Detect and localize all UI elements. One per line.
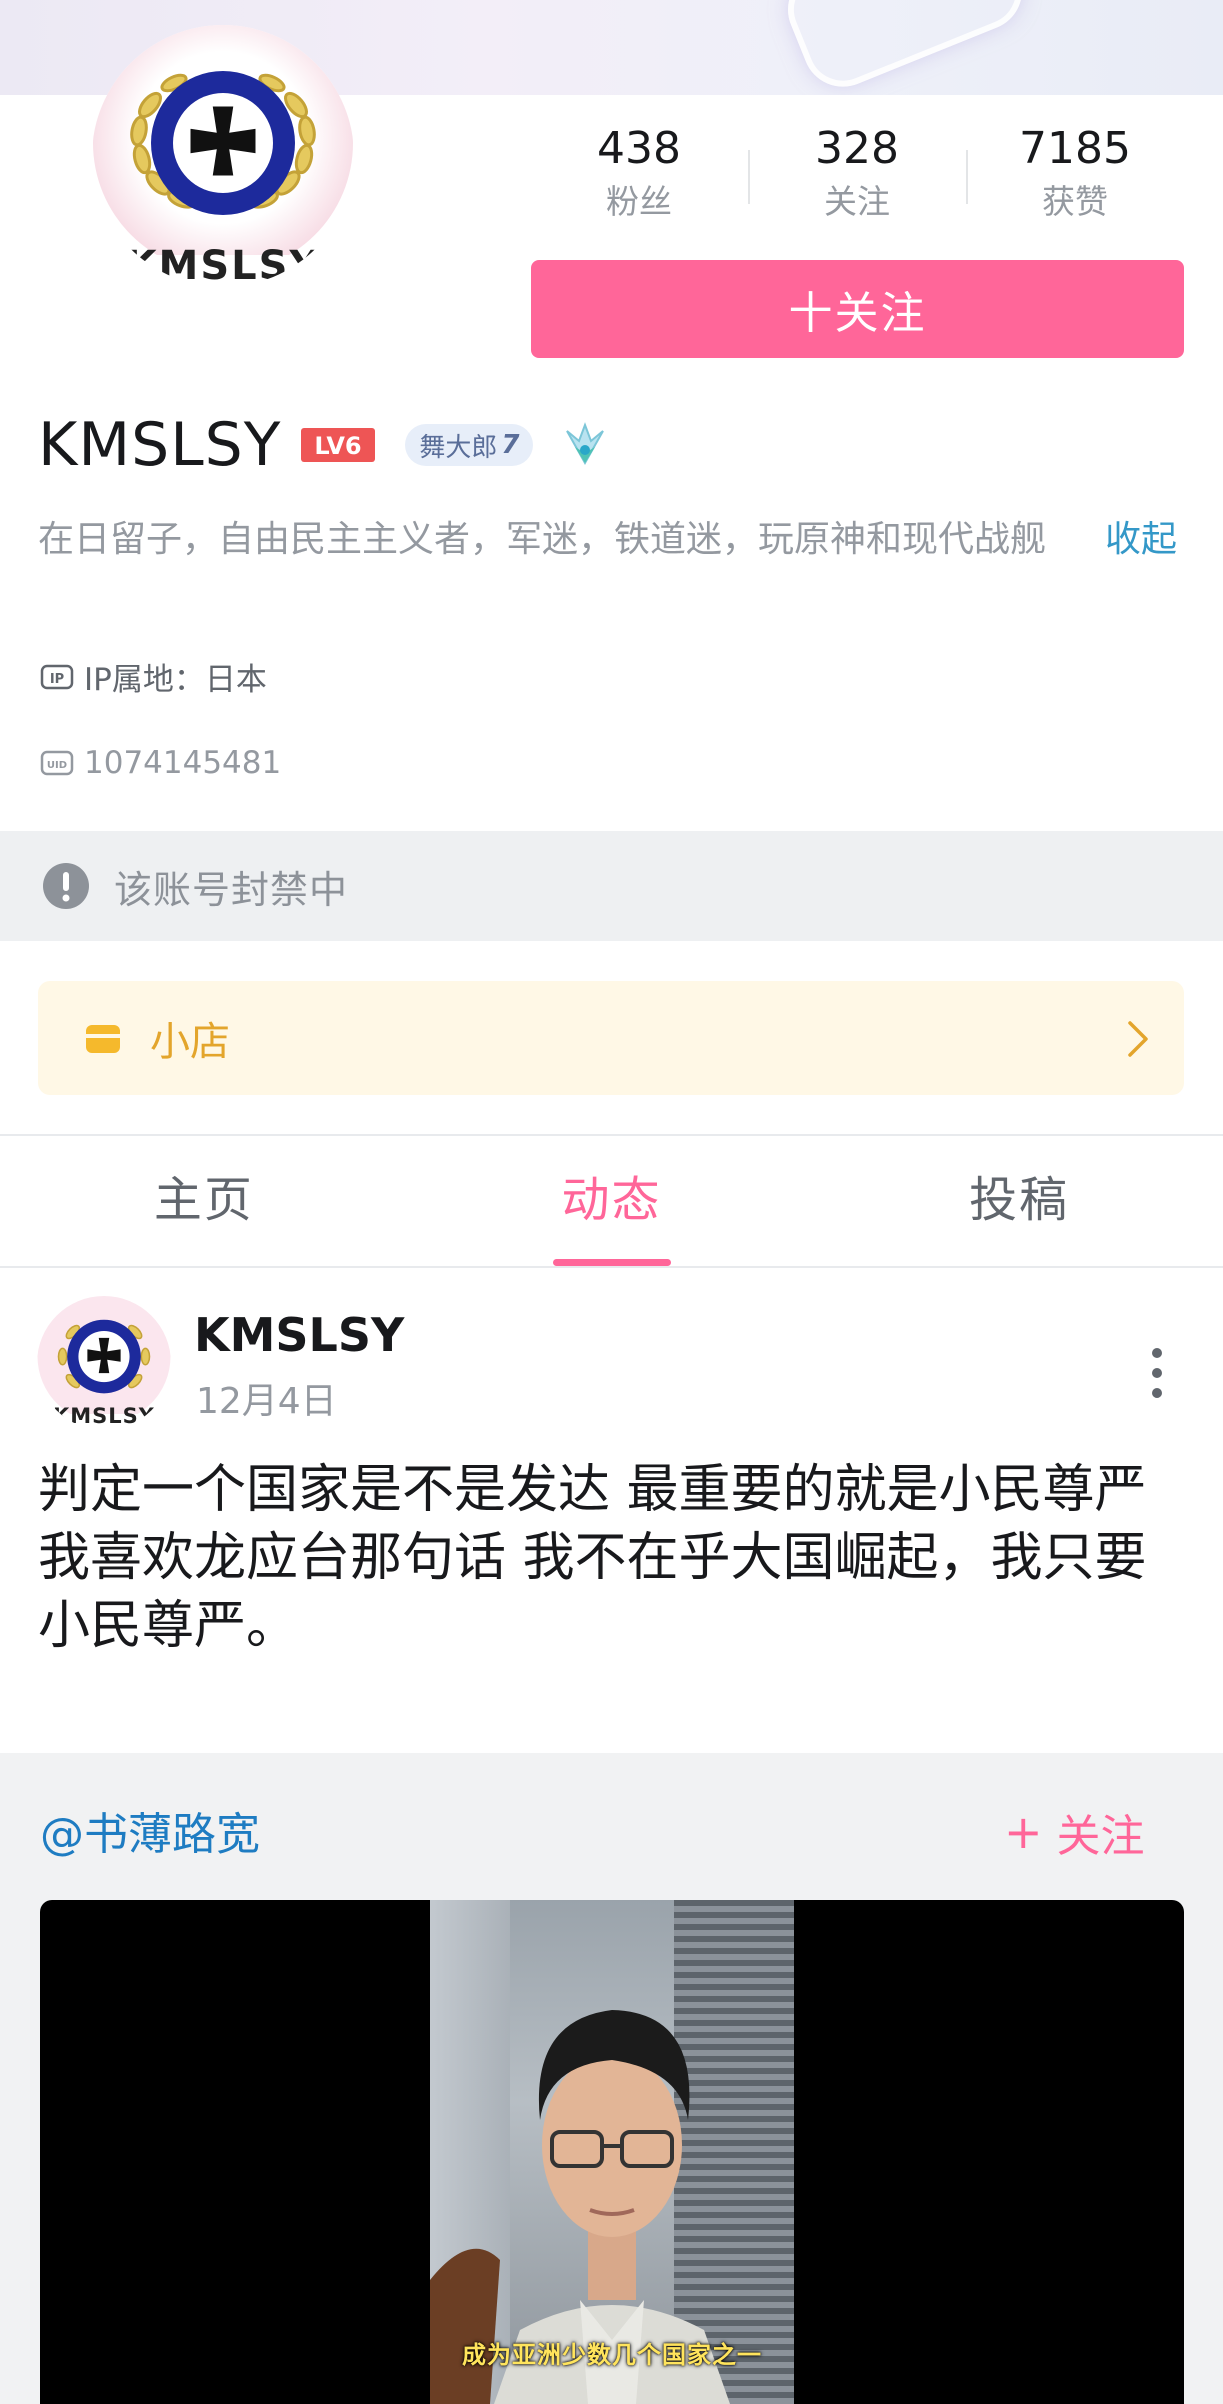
uid-icon: UID <box>40 750 74 776</box>
banned-notice-text: 该账号封禁中 <box>114 867 349 912</box>
shop-label: 小店 <box>150 1019 230 1065</box>
stat-fans-value: 438 <box>597 123 681 174</box>
username: KMSLSY <box>38 410 282 480</box>
post-avatar-caption: KMSLSY <box>52 1404 155 1428</box>
tab-dynamics[interactable]: 动态 <box>408 1136 816 1266</box>
stat-likes[interactable]: 7185 获赞 <box>966 118 1184 238</box>
shop-entry[interactable]: 小店 <box>38 981 1184 1095</box>
tab-home[interactable]: 主页 <box>0 1136 408 1266</box>
post-text: 判定一个国家是不是发达 最重要的就是小民尊严 我喜欢龙应台那句话 我不在乎大国崛… <box>38 1460 1147 1656</box>
stat-fans-label: 粉丝 <box>606 182 672 221</box>
stat-following-value: 328 <box>815 123 899 174</box>
iron-cross-emblem-icon <box>37 1296 171 1414</box>
alert-icon <box>43 863 89 909</box>
stat-likes-label: 获赞 <box>1042 182 1108 221</box>
avatar-caption: KMSLSY <box>125 243 321 287</box>
repost-author-link[interactable]: @书薄路宽 <box>40 1798 260 1862</box>
stat-likes-value: 7185 <box>1019 123 1131 174</box>
profile-stats: 438 粉丝 328 关注 7185 获赞 <box>530 118 1184 238</box>
presenter-figure <box>430 2010 730 2404</box>
name-row: KMSLSY LV6 舞大郎 7 <box>38 408 613 482</box>
video-subtitle: 成为亚洲少数几个国家之一 <box>462 2341 762 2369</box>
uid-text: 1074145481 <box>84 745 282 781</box>
post-date: 12月4日 <box>196 1381 337 1422</box>
post-author-name[interactable]: KMSLSY <box>194 1308 404 1362</box>
stat-following[interactable]: 328 关注 <box>748 118 966 238</box>
banner-decoration <box>775 0 1035 95</box>
pendant-icon <box>566 422 605 466</box>
svg-text:IP: IP <box>50 672 64 687</box>
ip-icon: IP <box>40 664 74 689</box>
profile-tabs: 主页 动态 投稿 <box>0 1136 1223 1268</box>
repost-follow-label: 关注 <box>1056 1811 1145 1862</box>
fan-medal-level: 7 <box>501 430 520 460</box>
level-badge: LV6 <box>301 428 376 462</box>
follow-button[interactable]: 十关注 <box>531 260 1184 358</box>
video-frame: 成为亚洲少数几个国家之一 <box>430 1900 794 2404</box>
fan-medal[interactable]: 舞大郎 7 <box>405 424 534 466</box>
chevron-right-icon <box>1128 1021 1148 1057</box>
shop-icon <box>86 1025 120 1053</box>
ip-location-text: IP属地：日本 <box>84 662 267 698</box>
more-vertical-icon[interactable] <box>1146 1345 1168 1401</box>
collapse-bio-link[interactable]: 收起 <box>1105 514 1177 566</box>
ip-location-row: IP IP属地：日本 <box>40 654 267 699</box>
svg-text:UID: UID <box>47 760 67 771</box>
banned-notice: 该账号封禁中 <box>0 831 1223 941</box>
stat-following-label: 关注 <box>824 182 890 221</box>
plus-icon: + <box>1004 1805 1043 1859</box>
repost-follow-button[interactable]: + 关注 <box>1004 1800 1145 1864</box>
iron-cross-emblem-icon <box>93 25 353 255</box>
post-author-avatar[interactable]: KMSLSY <box>37 1296 171 1430</box>
bio-text: 在日留子，自由民主主义者，军迷，铁道迷，玩原神和现代战舰 <box>38 519 1047 560</box>
video-thumbnail[interactable]: 成为亚洲少数几个国家之一 <box>40 1900 1184 2404</box>
level-badge-text: LV6 <box>315 432 362 460</box>
fan-medal-name: 舞大郎 <box>419 432 498 463</box>
tab-uploads[interactable]: 投稿 <box>815 1136 1223 1266</box>
avatar[interactable]: KMSLSY <box>92 25 354 287</box>
profile-page: KMSLSY 438 粉丝 328 关注 7185 获赞 十关注 KMSLSY … <box>0 0 1223 2404</box>
uid-row[interactable]: UID 1074145481 <box>40 745 281 781</box>
stat-fans[interactable]: 438 粉丝 <box>530 118 748 238</box>
